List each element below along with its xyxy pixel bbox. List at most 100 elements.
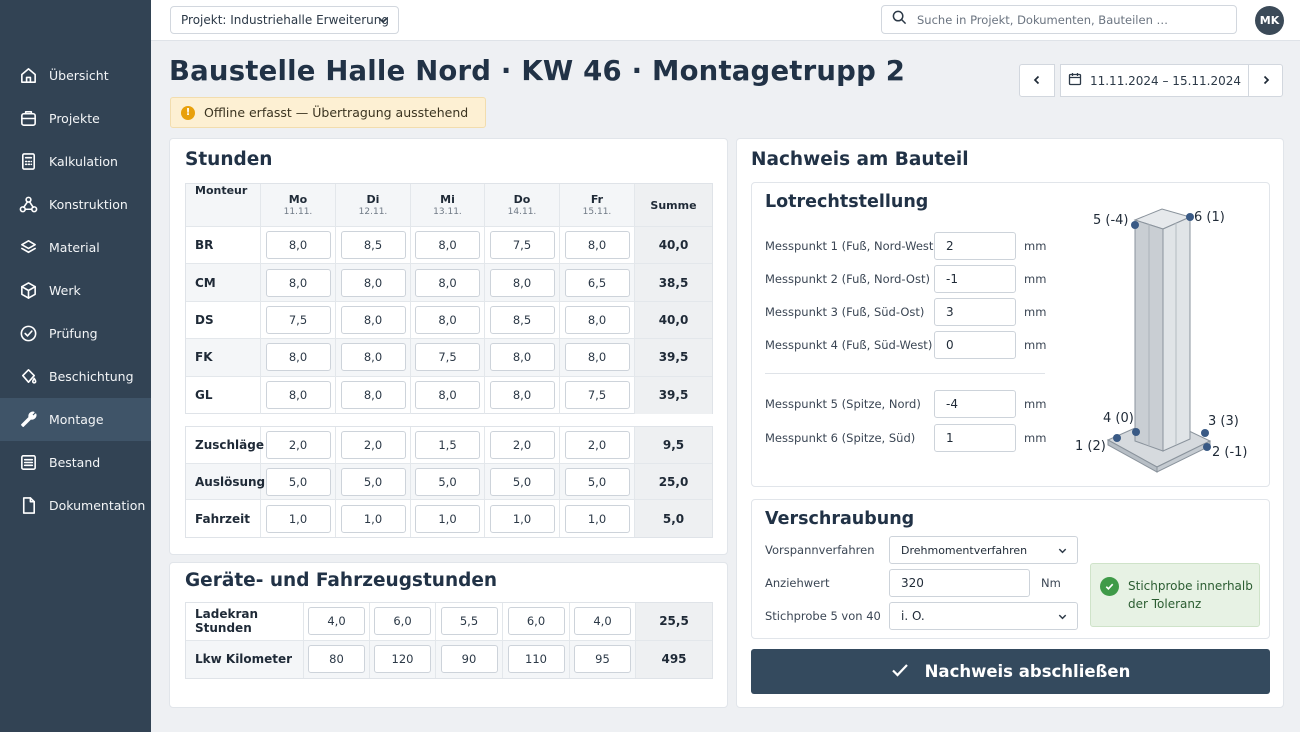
measure-input-6[interactable]: 1 <box>934 424 1016 452</box>
value-cell: 7,5 <box>411 339 485 376</box>
value-input[interactable]: 2,0 <box>489 430 555 459</box>
value-cell: 1,0 <box>261 500 336 538</box>
sidebar-item-beschichtung[interactable]: Beschichtung <box>0 355 151 398</box>
bolting-title: Verschraubung <box>765 509 915 529</box>
value-input[interactable]: 95 <box>574 645 631 674</box>
value-cell: 8,0 <box>261 264 336 301</box>
value-input[interactable]: 8,0 <box>564 343 630 372</box>
method-select[interactable]: Drehmomentverfahren <box>889 536 1078 564</box>
sample-select[interactable]: i. O. <box>889 602 1078 630</box>
value-input[interactable]: 8,0 <box>489 268 555 297</box>
value-input[interactable]: 1,0 <box>340 504 406 533</box>
value-input[interactable]: 8,0 <box>489 343 555 372</box>
value-input[interactable]: 8,0 <box>340 268 406 297</box>
sidebar-item-uebersicht[interactable]: Übersicht <box>0 54 151 97</box>
value-input[interactable]: 1,0 <box>564 504 630 533</box>
sidebar-item-projekte[interactable]: Projekte <box>0 97 151 140</box>
sidebar-item-konstruktion[interactable]: Konstruktion <box>0 183 151 226</box>
sidebar-item-montage[interactable]: Montage <box>0 398 151 441</box>
measure-point-6 <box>1186 213 1194 221</box>
value-input[interactable]: 5,0 <box>564 467 630 496</box>
value-input[interactable]: 6,0 <box>507 607 565 636</box>
value-input[interactable]: 2,0 <box>265 430 331 459</box>
avatar[interactable]: MK <box>1255 6 1284 35</box>
value-input[interactable]: 8,5 <box>489 305 555 334</box>
sidebar-item-label: Montage <box>49 412 104 427</box>
value-input[interactable]: 5,0 <box>415 467 480 496</box>
previous-week-button[interactable] <box>1019 64 1055 97</box>
value-input[interactable]: 8,0 <box>415 231 480 260</box>
measure-input-3[interactable]: 3 <box>934 298 1016 326</box>
search-input[interactable] <box>917 12 1217 27</box>
measure-input-2[interactable]: -1 <box>934 265 1016 293</box>
value-input[interactable]: 8,0 <box>340 343 406 372</box>
value-input[interactable]: 8,0 <box>265 231 331 260</box>
value-input[interactable]: 4,0 <box>574 607 631 636</box>
value-input[interactable]: 7,5 <box>489 231 555 260</box>
value-input[interactable]: 8,5 <box>340 231 406 260</box>
value-input[interactable]: 5,0 <box>489 467 555 496</box>
value-input[interactable]: 1,5 <box>415 430 480 459</box>
value-input[interactable]: 8,0 <box>489 381 555 410</box>
sidebar-item-material[interactable]: Material <box>0 226 151 269</box>
value-input[interactable]: 8,0 <box>415 268 480 297</box>
value-input[interactable]: 8,0 <box>265 381 331 410</box>
value-input[interactable]: 7,5 <box>415 343 480 372</box>
value-input[interactable]: 7,5 <box>265 305 331 334</box>
value-input[interactable]: 1,0 <box>265 504 331 533</box>
value-input[interactable]: 6,0 <box>374 607 431 636</box>
check-icon <box>1100 577 1119 596</box>
value-input[interactable]: 7,5 <box>564 381 630 410</box>
value-input[interactable]: 8,0 <box>415 381 480 410</box>
sidebar-item-werk[interactable]: Werk <box>0 269 151 312</box>
value-input[interactable]: 5,5 <box>440 607 498 636</box>
value-input[interactable]: 2,0 <box>564 430 630 459</box>
table-row: GL 8,0 8,0 8,0 8,0 7,5 39,5 <box>186 376 712 414</box>
value-input[interactable]: 8,0 <box>265 343 331 372</box>
sidebar-item-label: Konstruktion <box>49 197 128 212</box>
value-cell: 5,0 <box>261 463 336 500</box>
sidebar-item-dokumentation[interactable]: Dokumentation <box>0 484 151 527</box>
value-input[interactable]: 8,0 <box>415 305 480 334</box>
measure-input-5[interactable]: -4 <box>934 390 1016 418</box>
measure-input-4[interactable]: 0 <box>934 331 1016 359</box>
torque-input[interactable]: 320 <box>889 569 1030 597</box>
sidebar-item-pruefung[interactable]: Prüfung <box>0 312 151 355</box>
value-input[interactable]: 5,0 <box>265 467 331 496</box>
value-input[interactable]: 1,0 <box>489 504 555 533</box>
measure-input-1[interactable]: 2 <box>934 232 1016 260</box>
value-cell: 6,0 <box>503 603 570 640</box>
value-input[interactable]: 8,0 <box>340 381 406 410</box>
value-input[interactable]: 80 <box>308 645 365 674</box>
value-cell: 8,0 <box>336 339 411 376</box>
unit-label: mm <box>1024 272 1047 286</box>
value-input[interactable]: 8,0 <box>564 231 630 260</box>
document-icon <box>18 496 38 516</box>
value-input[interactable]: 8,0 <box>564 305 630 334</box>
value-input[interactable]: 2,0 <box>340 430 406 459</box>
sum-cell: 5,0 <box>635 500 712 538</box>
value-input[interactable]: 4,0 <box>308 607 365 636</box>
wrench-icon <box>18 410 38 430</box>
row-label: FK <box>186 339 261 376</box>
value-input[interactable]: 90 <box>440 645 498 674</box>
search-box[interactable] <box>881 5 1237 34</box>
value-input[interactable]: 8,0 <box>265 268 331 297</box>
value-cell: 6,5 <box>560 264 635 301</box>
topbar: Projekt: Industriehalle Erweiterung MK <box>151 0 1300 41</box>
next-week-button[interactable] <box>1248 64 1283 97</box>
sidebar-item-kalkulation[interactable]: Kalkulation <box>0 140 151 183</box>
chevron-down-icon <box>377 14 389 29</box>
complete-proof-button[interactable]: Nachweis abschließen <box>751 649 1270 694</box>
value-input[interactable]: 5,0 <box>340 467 406 496</box>
sidebar-item-bestand[interactable]: Bestand <box>0 441 151 484</box>
day-name: Mo <box>288 193 308 206</box>
value-input[interactable]: 1,0 <box>415 504 480 533</box>
value-input[interactable]: 8,0 <box>340 305 406 334</box>
value-cell: 5,0 <box>336 463 411 500</box>
value-input[interactable]: 120 <box>374 645 431 674</box>
date-range-picker[interactable]: 11.11.2024 – 15.11.2024 <box>1060 64 1249 97</box>
value-input[interactable]: 110 <box>507 645 565 674</box>
value-input[interactable]: 6,5 <box>564 268 630 297</box>
project-select[interactable]: Projekt: Industriehalle Erweiterung <box>170 6 399 34</box>
